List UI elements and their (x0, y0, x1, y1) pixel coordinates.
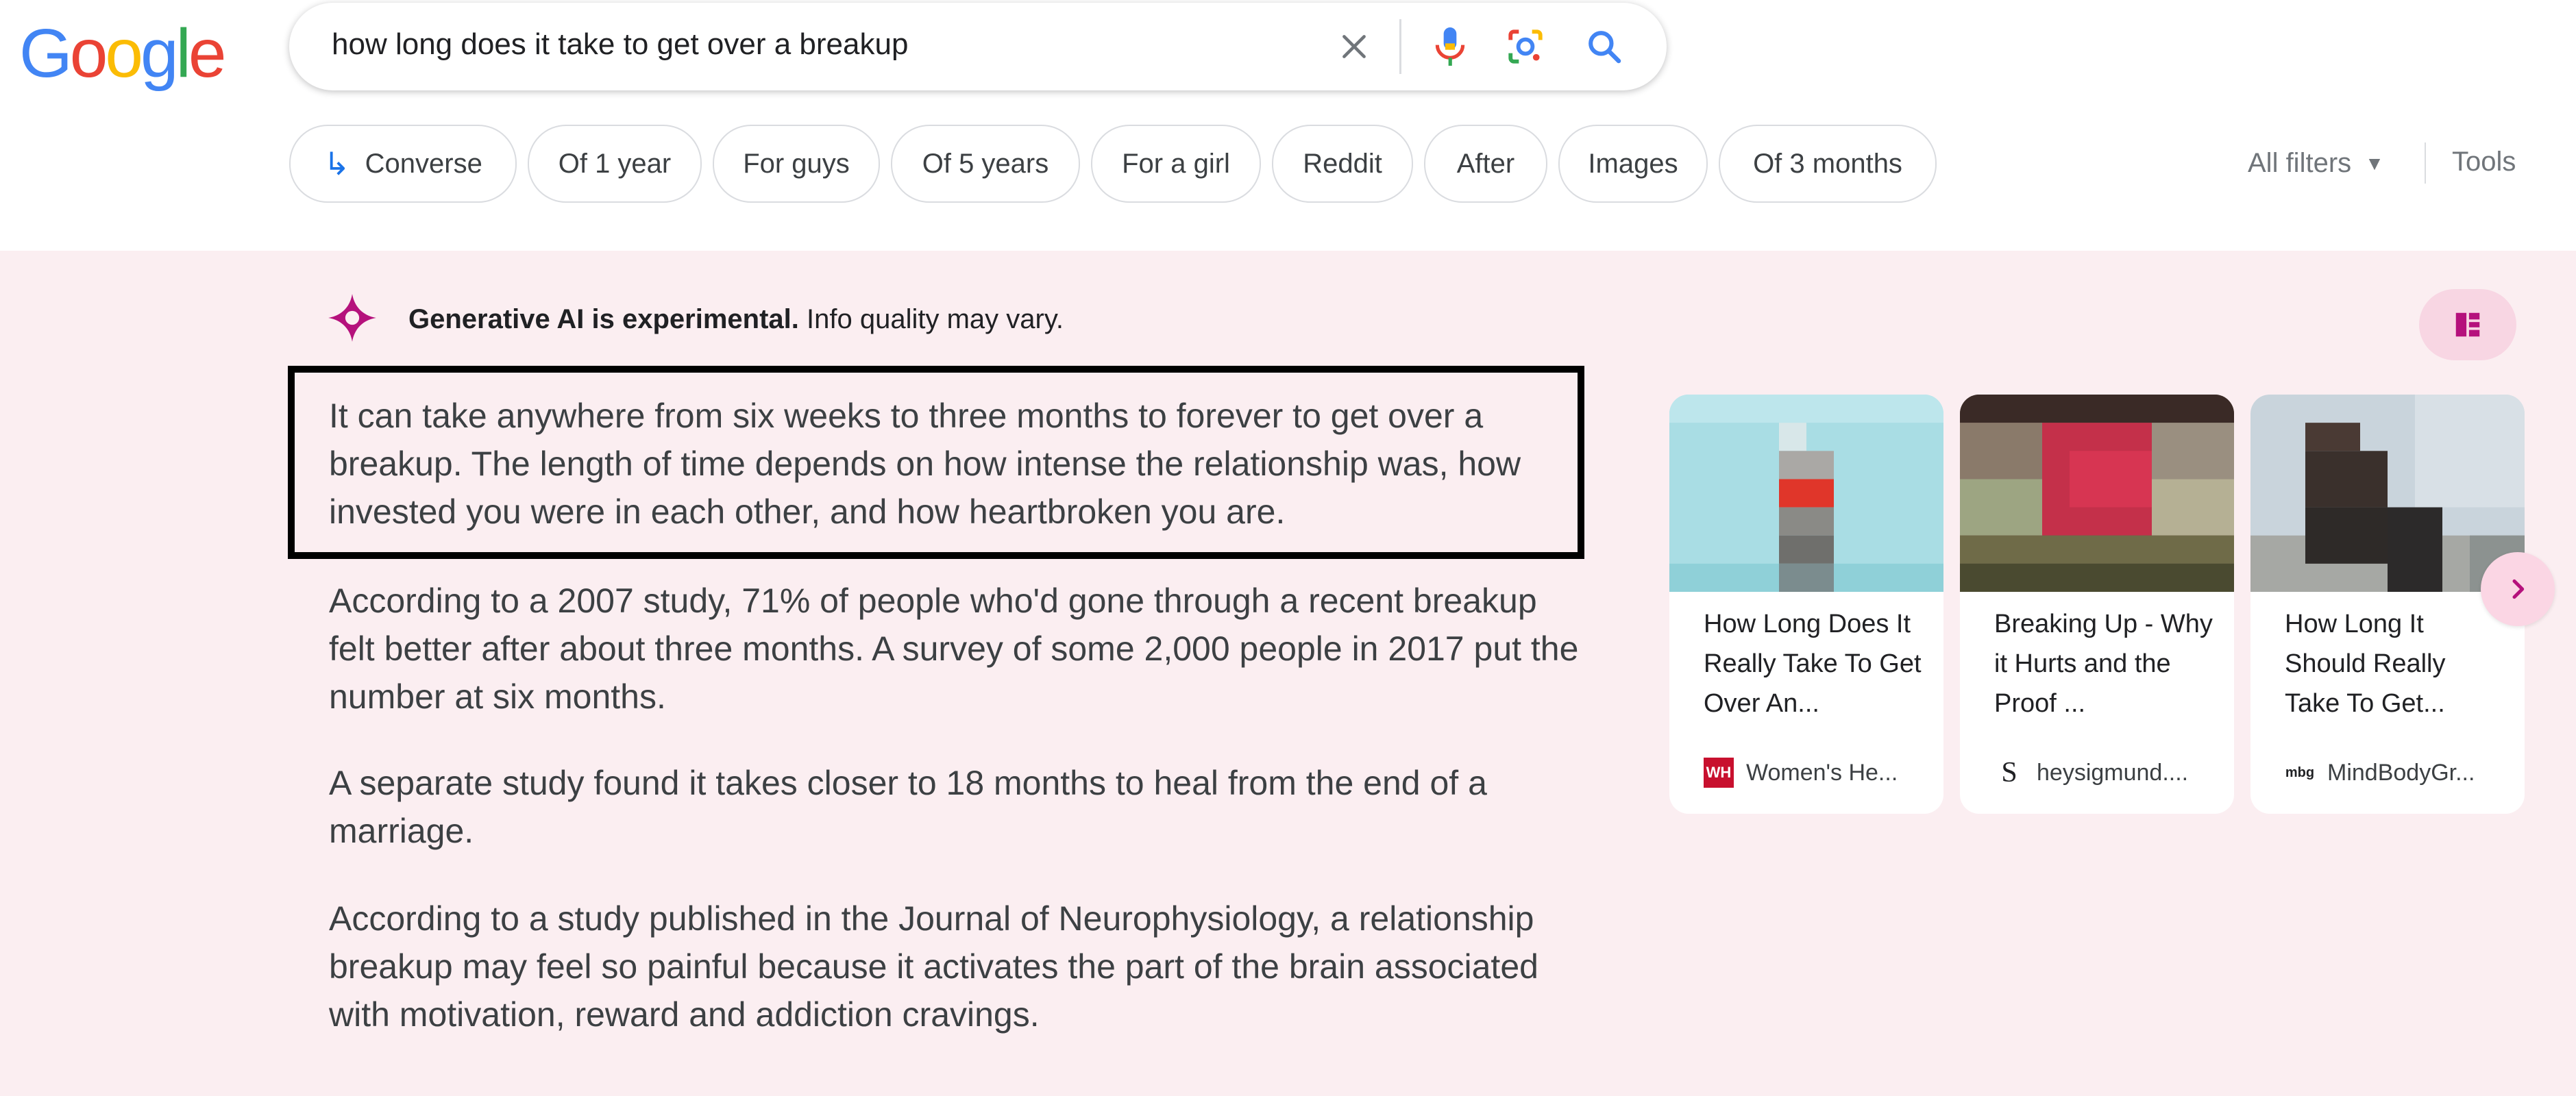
layout-icon (2455, 312, 2480, 337)
search-icon (1588, 31, 1621, 64)
womens-health-favicon-icon: WH (1704, 758, 1734, 788)
chip-for-guys[interactable]: For guys (713, 125, 880, 203)
close-icon (1342, 35, 1366, 58)
logo-letter: g (140, 15, 179, 92)
chip-label: Of 3 months (1753, 148, 1902, 179)
card-source-name: Women's He... (1746, 759, 1898, 786)
ai-disclaimer-rest: Info quality may vary. (807, 304, 1064, 334)
logo-letter: o (69, 15, 108, 92)
card-title: How Long Does It Really Take To Get Over… (1704, 610, 1922, 718)
clear-button[interactable] (1331, 23, 1377, 70)
all-filters-label: All filters (2248, 148, 2352, 178)
logo-letter: l (175, 15, 191, 92)
card-title: Breaking Up - Why it Hurts and the Proof… (1994, 610, 2213, 718)
chip-of-3-months[interactable]: Of 3 months (1719, 125, 1937, 203)
search-button[interactable] (1581, 23, 1628, 70)
chip-label: After (1456, 148, 1515, 179)
chip-reddit[interactable]: Reddit (1272, 125, 1413, 203)
converse-arrow-icon: ↳ (323, 146, 350, 182)
answer-paragraph: A separate study found it takes closer t… (329, 764, 1487, 850)
ai-disclaimer-bold: Generative AI is experimental. (408, 304, 799, 334)
chip-label: Of 1 year (558, 148, 672, 179)
logo-letter: G (19, 15, 73, 92)
lens-search-button[interactable] (1502, 23, 1549, 70)
layout-toggle-button[interactable] (2419, 289, 2516, 360)
chip-after[interactable]: After (1424, 125, 1547, 203)
chip-label: Of 5 years (922, 148, 1049, 179)
ai-overview-panel: Generative AI is experimental. Info qual… (0, 251, 2576, 1096)
answer-paragraph: It can take anywhere from six weeks to t… (329, 397, 1521, 531)
chip-of-1-year[interactable]: Of 1 year (528, 125, 702, 203)
sparkle-icon (328, 294, 376, 342)
chip-label: Converse (365, 148, 482, 179)
heysigmund-favicon-icon: S (2001, 757, 2017, 788)
google-logo[interactable]: Google (19, 12, 227, 95)
source-card[interactable]: How Long Does It Really Take To Get Over… (1669, 395, 1943, 814)
search-box[interactable]: how long does it take to get over a brea… (289, 3, 1667, 90)
card-source: S heysigmund.... (1994, 757, 2189, 788)
card-source-name: MindBodyGr... (2327, 759, 2475, 786)
source-card[interactable]: Breaking Up - Why it Hurts and the Proof… (1960, 395, 2234, 814)
lens-icon (1508, 29, 1543, 64)
voice-search-button[interactable] (1427, 23, 1473, 70)
chip-label: For a girl (1122, 148, 1230, 179)
card-thumbnail (2250, 395, 2525, 592)
search-divider (1399, 19, 1401, 74)
chip-for-a-girl[interactable]: For a girl (1091, 125, 1261, 203)
chip-label: For guys (743, 148, 850, 179)
logo-letter: o (105, 15, 143, 92)
card-thumbnail (1669, 395, 1943, 592)
logo-letter: e (188, 15, 227, 92)
answer-paragraph: According to a 2007 study, 71% of people… (329, 582, 1579, 716)
chevron-right-icon (2512, 579, 2525, 599)
card-source: WH Women's He... (1704, 758, 1898, 788)
card-thumbnail (1960, 395, 2234, 592)
tools-button[interactable]: Tools (2452, 147, 2516, 177)
card-source-name: heysigmund.... (2037, 759, 2189, 786)
card-title: How Long It Should Really Take To Get... (2285, 610, 2446, 718)
next-cards-button[interactable] (2481, 552, 2555, 626)
filters-divider (2425, 142, 2426, 184)
mic-icon (1435, 27, 1465, 66)
chip-of-5-years[interactable]: Of 5 years (891, 125, 1080, 203)
chip-label: Reddit (1303, 148, 1382, 179)
answer-paragraph: According to a study published in the Jo… (329, 899, 1538, 1034)
caret-down-icon: ▼ (2365, 152, 2384, 174)
chip-converse[interactable]: ↳ Converse (289, 125, 517, 203)
chip-images[interactable]: Images (1558, 125, 1708, 203)
all-filters-button[interactable]: All filters ▼ (2248, 148, 2384, 179)
ai-disclaimer: Generative AI is experimental. Info qual… (408, 304, 1064, 335)
search-input[interactable]: how long does it take to get over a brea… (332, 27, 908, 62)
mindbodygreen-favicon-icon: mbg (2285, 764, 2315, 780)
card-source: mbg MindBodyGr... (2285, 758, 2475, 788)
chip-label: Images (1588, 148, 1678, 179)
